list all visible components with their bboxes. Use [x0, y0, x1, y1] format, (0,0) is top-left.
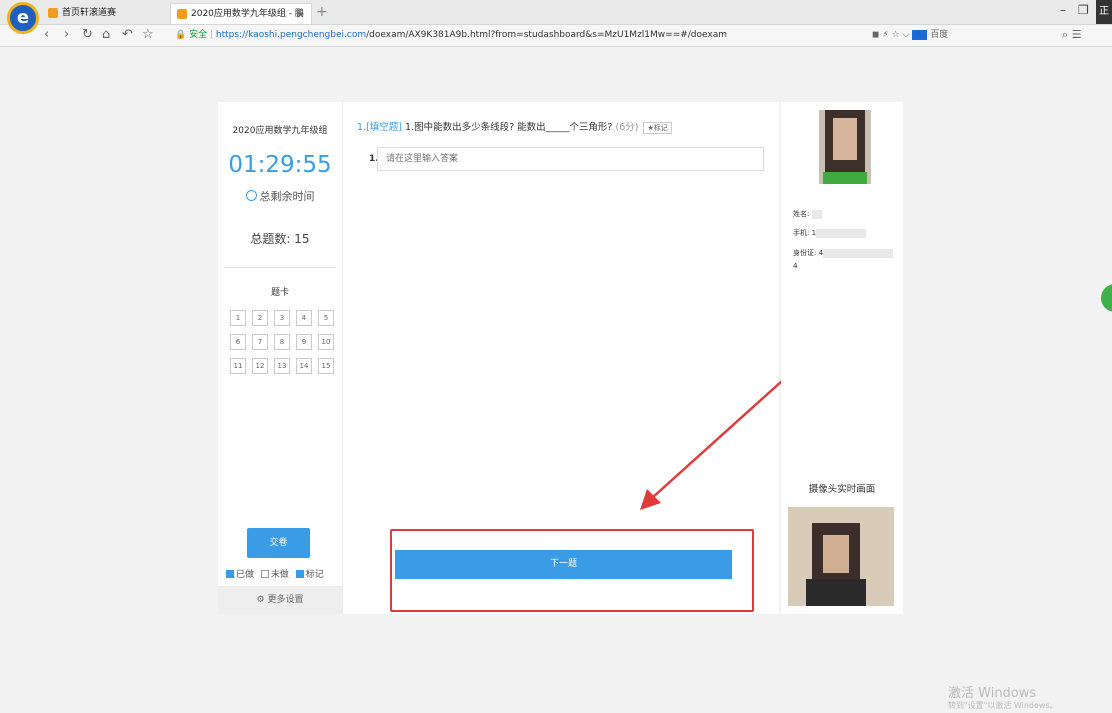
- candidate-photo: [819, 110, 871, 184]
- camera-label: 摄像头实时画面: [808, 484, 876, 495]
- phone-row: 手机: 1: [793, 228, 867, 238]
- name-row: 姓名:: [793, 209, 822, 219]
- arrow-line: [651, 380, 783, 499]
- id-row-2: 4: [793, 262, 798, 270]
- candidate-panel: 姓名: 手机: 1 身份证: 4 4 摄像头实时画面: [781, 102, 903, 614]
- camera-feed: [788, 507, 894, 606]
- annotation-arrow: [640, 380, 783, 510]
- id-row: 身份证: 4: [793, 248, 894, 258]
- activate-windows-title: 激活 Windows: [948, 686, 1037, 701]
- activate-windows-sub: 转到"设置"以激活 Windows。: [948, 701, 1058, 710]
